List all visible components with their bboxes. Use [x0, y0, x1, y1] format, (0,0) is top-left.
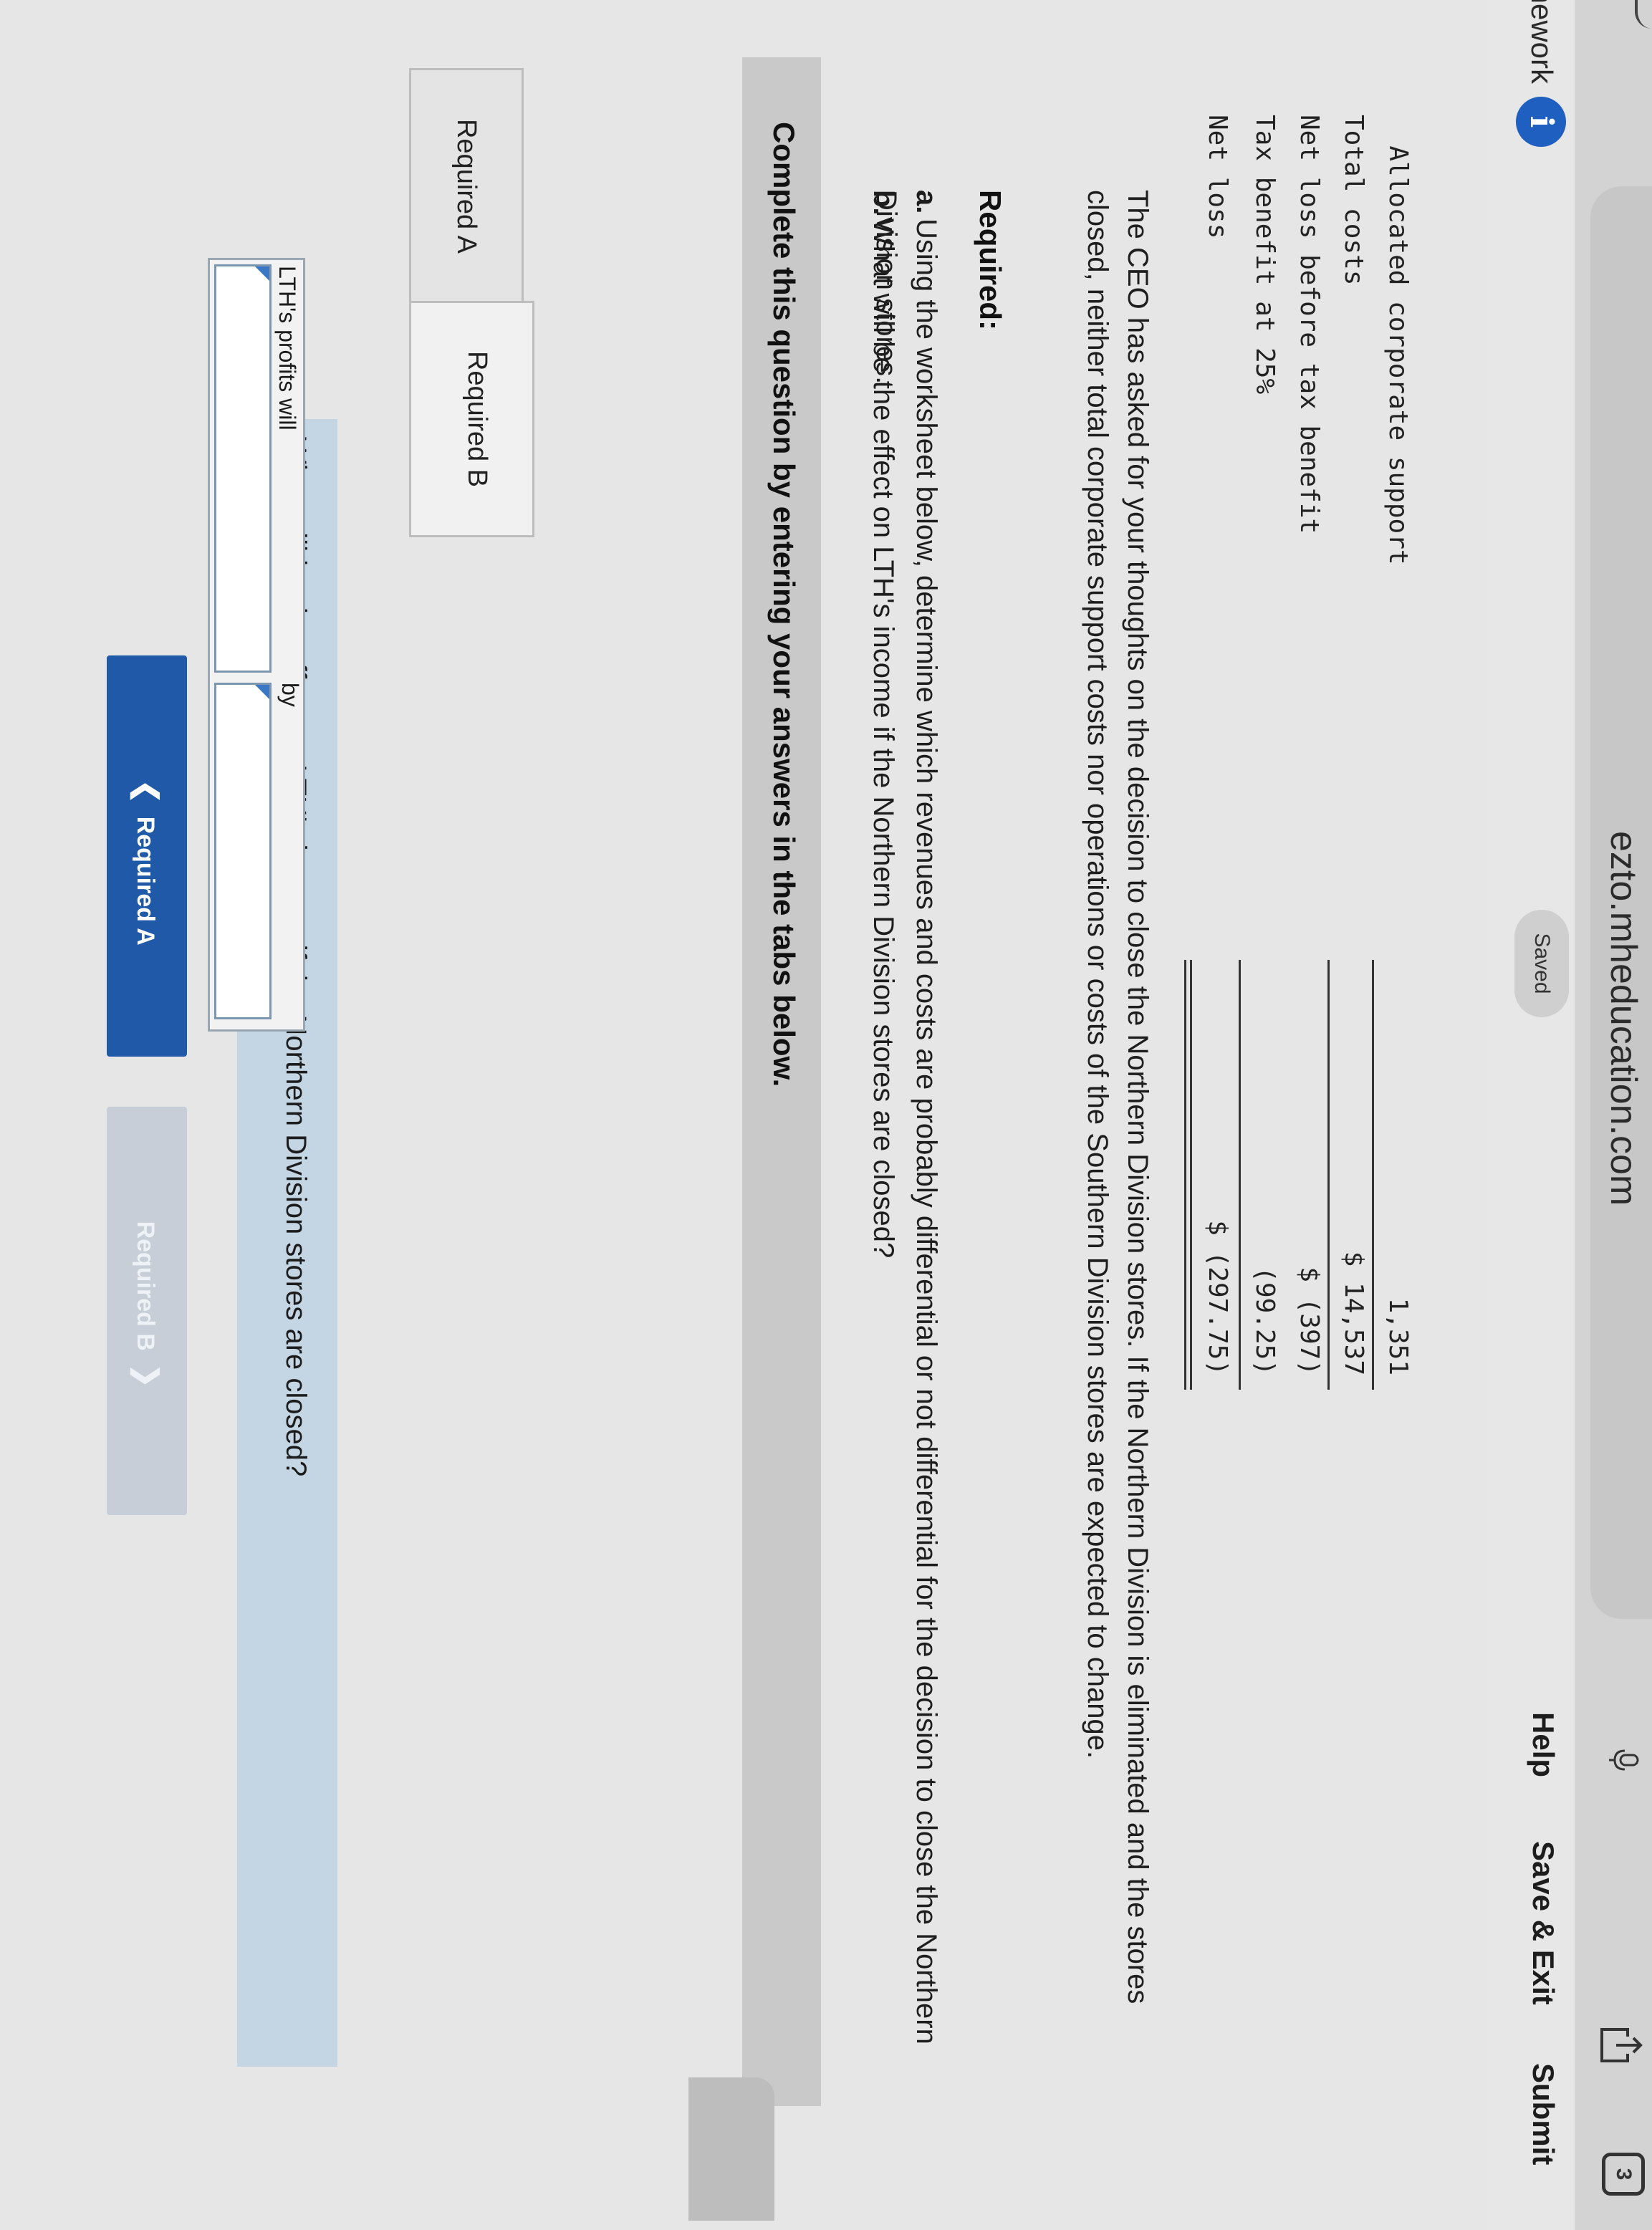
profit-direction-dropdown[interactable]: [214, 264, 272, 673]
financial-row-value: $ 14,537: [1339, 1251, 1368, 1375]
answer-label: LTH's profits will: [274, 266, 300, 431]
next-required-b-button[interactable]: Required B ❯: [107, 1107, 187, 1515]
required-heading: Required:: [974, 190, 1007, 331]
financial-row-label: Tax benefit at 25%: [1250, 115, 1279, 395]
financial-row: Allocated corporate support 1,351: [1374, 115, 1416, 1375]
panel-corner: [688, 2077, 774, 2221]
by-label: by: [277, 683, 303, 707]
answer-row: LTH's profits will by: [208, 258, 305, 1032]
tab-required-b[interactable]: Required B: [409, 301, 534, 537]
homework-title: mework: [1525, 0, 1559, 85]
financial-row-value: (99.25): [1250, 1267, 1279, 1375]
chevron-right-icon: ❯: [131, 1363, 163, 1388]
subtotal-rule: [1372, 960, 1374, 1390]
tab-count-icon[interactable]: 3: [1602, 2153, 1645, 2196]
previous-label: Required A: [132, 816, 159, 946]
financial-row-label: Net loss before tax benefit: [1295, 115, 1324, 534]
requirement-text: What will be the effect on LTH's income …: [868, 218, 899, 1259]
financial-row: Tax benefit at 25% (99.25): [1241, 115, 1282, 1375]
requirement-letter: a.: [911, 190, 942, 214]
address-bar[interactable]: ezto.mheducation.com: [1590, 186, 1652, 1619]
financial-row-value: 1,351: [1383, 1297, 1413, 1375]
scenario-paragraph: The CEO has asked for your thoughts on t…: [1082, 190, 1153, 2004]
financial-row-value: $ (397): [1295, 1267, 1324, 1375]
requirement-b: b.What will be the effect on LTH's incom…: [863, 190, 903, 2088]
financial-row-label: Allocated corporate support: [1383, 115, 1413, 565]
subtotal-rule: [1327, 960, 1330, 1390]
panel-instructions: Complete this question by entering your …: [767, 122, 801, 1087]
subtotal-rule: [1239, 960, 1241, 1390]
microphone-icon[interactable]: [1608, 1748, 1639, 1772]
financial-row-value: $ (297.75): [1203, 1220, 1232, 1375]
financial-row: Total costs $ 14,537: [1330, 115, 1371, 1375]
tab-required-a[interactable]: Required A: [409, 68, 524, 304]
financial-row: Net loss before tax benefit $ (397): [1285, 115, 1327, 1375]
requirement-letter: b.: [868, 190, 899, 216]
info-icon[interactable]: i: [1516, 97, 1566, 147]
help-button[interactable]: Help: [1526, 1712, 1560, 1777]
back-gesture-icon[interactable]: [1635, 0, 1652, 29]
previous-required-a-button[interactable]: ❮ Required A: [107, 655, 187, 1057]
financial-row: Net loss $ (297.75): [1194, 115, 1235, 1375]
financial-row-label: Total costs: [1339, 115, 1368, 286]
photo-stage: ezto.mheducation.com 3 mework i Saved He…: [0, 0, 1652, 2230]
next-label: Required B: [132, 1221, 159, 1351]
total-double-rule-bottom: [1184, 960, 1186, 1390]
question-panel-header: Complete this question by entering your …: [742, 57, 821, 2106]
share-icon[interactable]: [1599, 2024, 1643, 2067]
saved-status-badge: Saved: [1514, 910, 1569, 1017]
submit-button[interactable]: Submit: [1526, 2063, 1560, 2165]
save-exit-button[interactable]: Save & Exit: [1526, 1841, 1560, 2005]
app-header: mework i Saved Help Save & Exit Submit: [1487, 0, 1573, 2230]
browser-toolbar: ezto.mheducation.com 3: [1575, 0, 1652, 2230]
financial-row-label: Net loss: [1203, 115, 1232, 239]
url-text: ezto.mheducation.com: [1603, 831, 1644, 1206]
total-double-rule-top: [1190, 960, 1192, 1390]
browser-screen: ezto.mheducation.com 3 mework i Saved He…: [0, 0, 1652, 2230]
chevron-left-icon: ❮: [131, 779, 163, 804]
effect-amount-input[interactable]: [214, 683, 272, 1019]
